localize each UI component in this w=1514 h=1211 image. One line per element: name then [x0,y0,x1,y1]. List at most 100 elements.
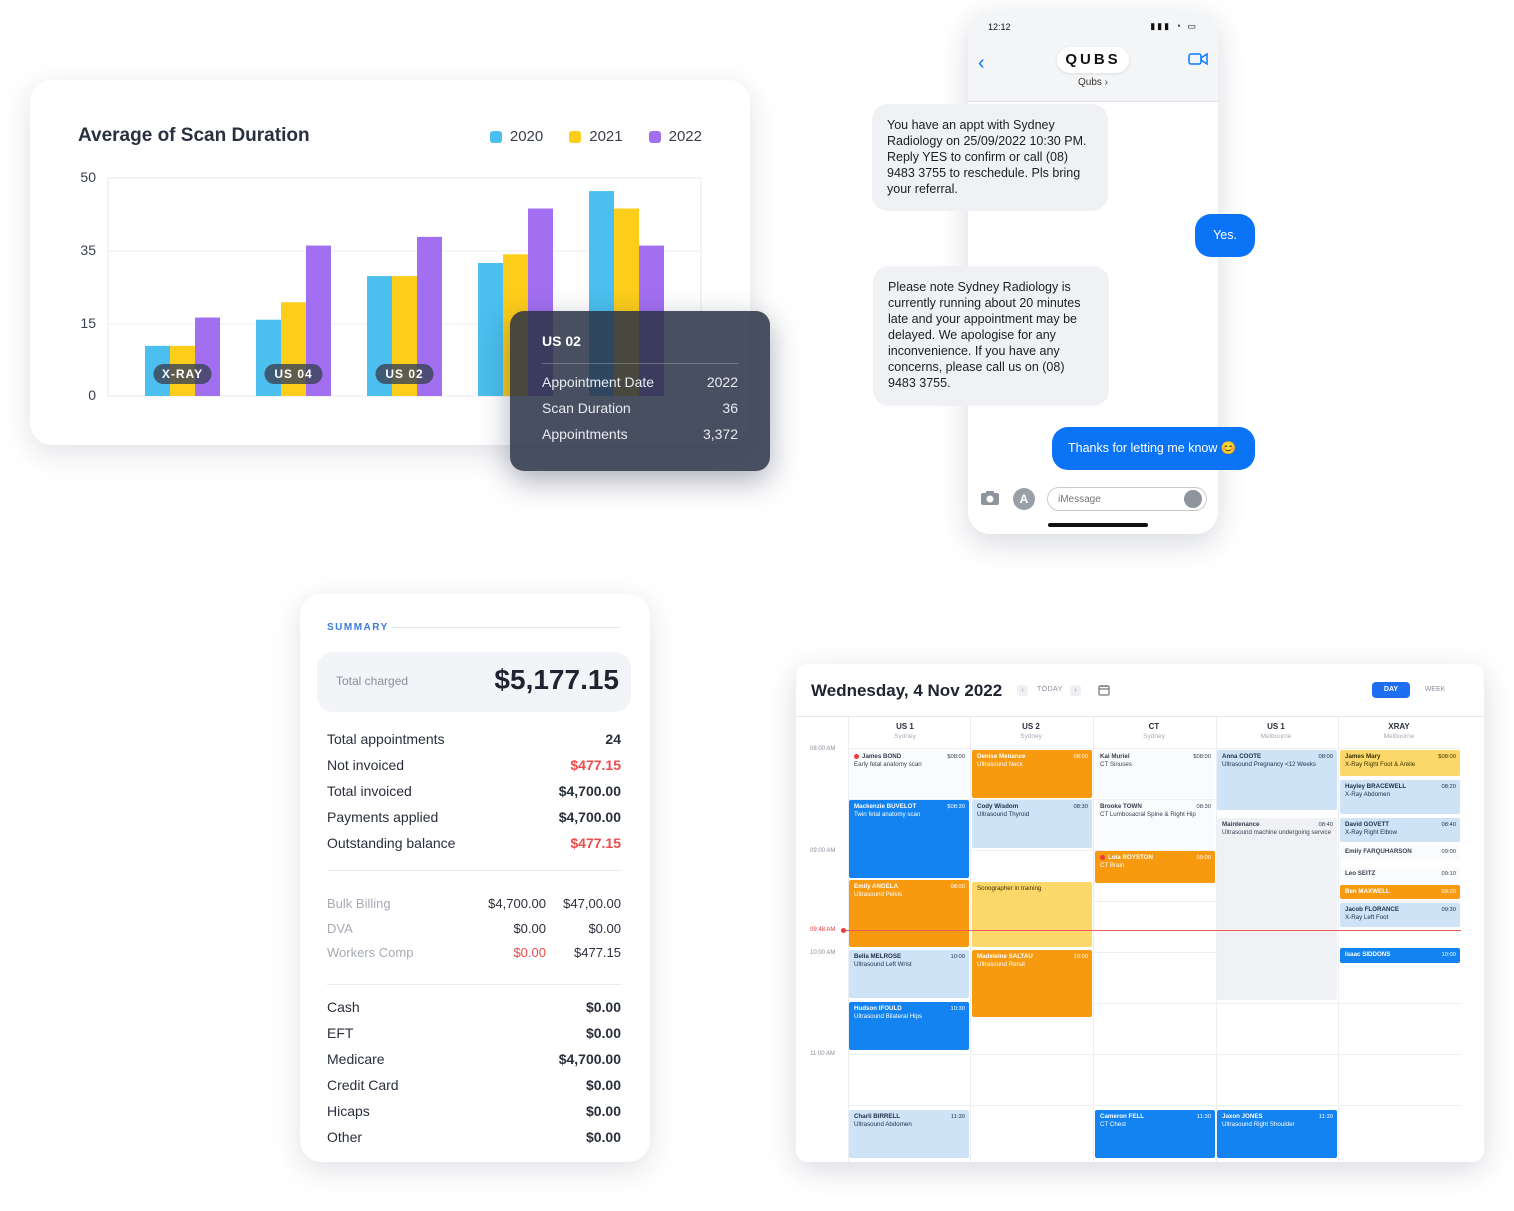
payment-row: EFT $0.00 [327,1025,621,1041]
maintenance-block[interactable]: Maintenance Ultrasound machine undergoin… [1217,818,1337,1000]
legend-item-2022[interactable]: 2022 [648,128,702,145]
appointment-time: 08:30 [1196,804,1211,810]
day-view-button[interactable]: DAY [1372,682,1410,698]
summary-row: Not invoiced $477.15 [327,757,621,773]
legend-swatch-icon [648,130,661,143]
appointment-block[interactable]: Hudson IFOULD Ultrasound Bilateral Hips … [849,1002,969,1050]
appointment-block[interactable]: Bella MELROSE Ultrasound Left Wrist 10:0… [849,950,969,998]
column-header: XRAY Melbourne [1338,722,1460,740]
category-label: X-RAY [162,367,203,381]
appointment-time: 08:40 [1318,822,1333,828]
message-composer: A [968,485,1218,534]
patient-name: Madeleine SALTAU [977,953,1033,960]
appointment-block[interactable]: Brooke TOWN CT Lumbosacral Spine & Right… [1095,800,1215,848]
column-location: Sydney [1020,733,1042,740]
total-charged-box: Total charged $5,177.15 [317,652,631,712]
current-time-label: 09:48 AM [810,927,836,933]
appointment-block[interactable]: Emily FARQUHARSON 09:00 [1340,845,1460,861]
row-value: $0.00 [585,1103,621,1119]
tooltip-label: Appointments [542,426,628,442]
section-divider [327,984,621,985]
patient-name: Denise Menance [977,753,1026,760]
payment-row: Other $0.00 [327,1129,621,1145]
column-header: US 1 Melbourne [1215,722,1337,740]
appointment-block[interactable]: Denise Menance Ultrasound Neck 08:00 [972,750,1092,798]
billing-value-b: $47,00.00 [563,896,621,911]
appointment-block[interactable]: Mackenzie BUVELOT Twin fetal anatomy sca… [849,800,969,878]
legend-item-2021[interactable]: 2021 [569,128,623,145]
prev-day-chevron-icon[interactable]: ‹ [1017,685,1028,696]
appointment-time: 10:00 [1073,954,1088,960]
message-bubble-incoming: Please note Sydney Radiology is currentl… [873,266,1109,406]
appointment-time: $08:00 [947,754,965,760]
y-tick-label: 35 [80,242,96,258]
patient-name: Isaac SIDDONS [1345,951,1391,958]
tooltip-label: Scan Duration [542,400,631,416]
back-chevron-icon[interactable]: ‹ [978,52,985,75]
patient-name: Ben MAXWELL [1345,888,1390,895]
row-value: $0.00 [585,1025,621,1041]
appointment-block[interactable]: Sonographer in training [972,882,1092,947]
scan-description: CT Lumbosacral Spine & Right Hip [1100,811,1196,818]
next-day-chevron-icon[interactable]: › [1070,685,1081,696]
total-charged-label: Total charged [336,674,409,688]
appointment-block[interactable]: Isaac SIDDONS 10:00 [1340,948,1460,963]
block-title: Maintenance [1222,821,1260,828]
voice-input-icon[interactable] [1184,490,1202,508]
column-separator [1093,717,1094,1162]
appointment-block[interactable]: Jacob FLORANCE X-Ray Left Foot 09:30 [1340,903,1460,927]
scan-description: X-Ray Right Foot & Ankle [1345,761,1416,768]
contact-avatar-logo[interactable]: QUBS [1057,47,1129,73]
column-name: CT [1148,722,1160,731]
week-view-button[interactable]: WEEK [1416,682,1454,698]
summary-row: Total appointments 24 [327,731,621,747]
appointment-block[interactable]: Cody Wisdom Ultrasound Thyroid 08:30 [972,800,1092,848]
appointment-block[interactable]: Ben MAXWELL 09:20 [1340,885,1460,899]
summary-heading: SUMMARY [327,622,389,633]
patient-name: Anna COOTE [1222,753,1262,760]
billing-label: Workers Comp [327,945,414,960]
billing-value-b: $0.00 [588,921,621,936]
appointment-block[interactable]: Lola ROYSTON CT Brain 09:00 [1095,851,1215,883]
app-store-icon[interactable]: A [1013,488,1035,510]
bar-2020 [256,319,281,396]
appointment-calendar: Wednesday, 4 Nov 2022 ‹ TODAY › DAY WEEK… [796,664,1484,1162]
video-call-icon[interactable] [1188,52,1208,66]
appointment-block[interactable]: James Mary X-Ray Right Foot & Ankle $08:… [1340,750,1460,776]
current-time-line [843,930,1461,931]
calendar-picker-icon[interactable] [1098,684,1110,696]
appointment-block[interactable]: Cameron FELL CT Chest 11:30 [1095,1110,1215,1158]
today-button[interactable]: TODAY [1037,686,1063,693]
scan-description: Twin fetal anatomy scan [854,811,921,818]
time-label: 08:00 AM [810,746,836,752]
status-icons: ▮▮▮ ◔ ▭ [1150,21,1198,31]
appointment-block[interactable]: Anna COOTE Ultrasound Pregnancy <12 Week… [1217,750,1337,810]
billing-label: Bulk Billing [327,896,391,911]
chart-legend: 2020 2021 2022 [489,128,702,145]
payment-row: Medicare $4,700.00 [327,1051,621,1067]
appointment-time: 08:30 [1073,804,1088,810]
column-location: Melbourne [1260,733,1292,740]
contact-name[interactable]: Qubs › [968,77,1218,88]
scan-description: X-Ray Right Elbow [1345,829,1397,836]
grid-line [849,748,1461,749]
appointment-block[interactable]: Emily ANGELA Ultrasound Pelvis 08:00 [849,880,969,947]
appointment-block[interactable]: Jaxon JONES Ultrasound Right Shoulder 11… [1217,1110,1337,1158]
appointment-block[interactable]: James BOND Early fetal anatomy scan $08:… [849,750,969,798]
row-label: Credit Card [327,1077,399,1093]
grid-line [849,1054,1461,1055]
imessage-input[interactable] [1047,487,1207,511]
camera-icon[interactable] [980,490,1000,506]
appointment-block[interactable]: Kai Muriel CT Sinuses $08:00 [1095,750,1215,798]
appointment-block[interactable]: Charli BIRRELL Ultrasound Abdomen 11:30 [849,1110,969,1158]
appointment-block[interactable]: David GOVETT X-Ray Right Elbow 08:40 [1340,818,1460,842]
appointment-block[interactable]: Hayley BRACEWELL X-Ray Abdomen 08:20 [1340,780,1460,814]
appointment-block[interactable]: Madeleine SALTAU Ultrasound Renal 10:00 [972,950,1092,1017]
payment-row: Cash $0.00 [327,999,621,1015]
legend-item-2020[interactable]: 2020 [489,128,543,145]
time-label: 10:00 AM [810,950,836,956]
scan-description: CT Chest [1100,1121,1127,1128]
header-divider [796,716,1484,717]
appointment-block[interactable]: Leo SEITZ 09:10 [1340,867,1460,883]
payment-row: Hicaps $0.00 [327,1103,621,1119]
